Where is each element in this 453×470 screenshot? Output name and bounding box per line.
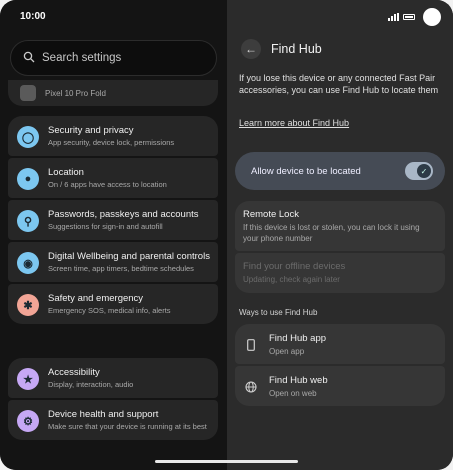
settings-item-subtitle: Emergency SOS, medical info, alerts bbox=[48, 306, 171, 315]
settings-item-title: Digital Wellbeing and parental controls bbox=[48, 251, 210, 262]
allow-located-toggle[interactable]: ✓ bbox=[405, 162, 433, 180]
settings-item-subtitle: App security, device lock, permissions bbox=[48, 138, 175, 147]
settings-item-title: Location bbox=[48, 167, 84, 178]
search-placeholder: Search settings bbox=[42, 52, 122, 64]
remote-lock-title: Remote Lock bbox=[243, 209, 299, 220]
settings-item-title: Device health and support bbox=[48, 409, 159, 420]
device-screen: Pixel 10 Pro Fold Search settings ◯ Secur… bbox=[0, 0, 453, 470]
find-hub-web-item[interactable]: Find Hub web Open on web bbox=[235, 366, 445, 406]
settings-item-title: Passwords, passkeys and accounts bbox=[48, 209, 199, 220]
settings-item-subtitle: Display, interaction, audio bbox=[48, 380, 134, 389]
app-item-title: Find Hub app bbox=[269, 332, 327, 344]
list-item-about-phone[interactable]: Pixel 10 Pro Fold bbox=[8, 80, 218, 106]
ways-heading: Ways to use Find Hub bbox=[239, 308, 318, 317]
wellbeing-icon: ◉ bbox=[17, 252, 39, 274]
page-title: Find Hub bbox=[271, 42, 322, 56]
settings-item-digital-wellbeing-and-parental-controls[interactable]: ◉ Digital Wellbeing and parental controls… bbox=[8, 242, 218, 282]
find-hub-app-item[interactable]: Find Hub app Open app bbox=[235, 324, 445, 364]
offline-devices-item: Find your offline devices Updating, chec… bbox=[235, 253, 445, 293]
settings-item-security-and-privacy[interactable]: ◯ Security and privacy App security, devic… bbox=[8, 116, 218, 156]
intro-text: If you lose this device or any connected… bbox=[239, 73, 439, 95]
learn-more-link[interactable]: Learn more about Find Hub bbox=[239, 118, 349, 128]
offline-subtitle: Updating, check again later bbox=[243, 275, 340, 284]
settings-item-location[interactable]: ● Location On / 6 apps have access to loca… bbox=[8, 158, 218, 198]
remote-lock-item[interactable]: Remote Lock If this device is lost or st… bbox=[235, 201, 445, 251]
allow-located-row[interactable]: Allow device to be located ✓ bbox=[235, 152, 445, 190]
battery-icon bbox=[403, 14, 415, 20]
arrow-left-icon: ← bbox=[245, 42, 257, 56]
gesture-handle[interactable] bbox=[155, 460, 298, 463]
location-pin-icon: ● bbox=[17, 168, 39, 190]
globe-icon bbox=[245, 380, 257, 393]
settings-pane: Pixel 10 Pro Fold Search settings ◯ Secur… bbox=[0, 0, 226, 470]
phone-icon bbox=[20, 85, 36, 101]
settings-item-accessibility[interactable]: ★ Accessibility Display, interaction, audi… bbox=[8, 358, 218, 398]
settings-group-security: ◯ Security and privacy App security, devic… bbox=[8, 116, 218, 326]
asterisk-icon: ✱ bbox=[17, 294, 39, 316]
shield-icon: ◯ bbox=[17, 126, 39, 148]
status-icons bbox=[388, 8, 441, 26]
about-phone-subtitle: Pixel 10 Pro Fold bbox=[45, 88, 106, 98]
settings-item-subtitle: On / 6 apps have access to location bbox=[48, 180, 167, 189]
search-input[interactable]: Search settings bbox=[10, 40, 217, 76]
back-button[interactable]: ← bbox=[241, 39, 261, 59]
settings-item-subtitle: Screen time, app timers, bedtime schedul… bbox=[48, 264, 194, 273]
find-hub-pane: ← Find Hub If you lose this device or an… bbox=[227, 0, 453, 470]
settings-group-accessibility: ★ Accessibility Display, interaction, audi… bbox=[8, 358, 218, 442]
gear-icon: ⚙ bbox=[17, 410, 39, 432]
lock-group: Remote Lock If this device is lost or st… bbox=[235, 201, 445, 295]
settings-item-safety-and-emergency[interactable]: ✱ Safety and emergency Emergency SOS, medi… bbox=[8, 284, 218, 324]
app-item-subtitle: Open app bbox=[269, 346, 305, 356]
ways-group: Find Hub app Open app Find Hub web Open … bbox=[235, 324, 445, 408]
offline-title: Find your offline devices bbox=[243, 261, 346, 272]
settings-item-device-health-and-support[interactable]: ⚙ Device health and support Make sure that… bbox=[8, 400, 218, 440]
search-icon bbox=[23, 51, 35, 66]
web-item-title: Find Hub web bbox=[269, 374, 328, 386]
phone-icon bbox=[245, 338, 257, 351]
settings-item-passwords-passkeys-and-accounts[interactable]: ⚲ Passwords, passkeys and accounts Suggest… bbox=[8, 200, 218, 240]
settings-item-subtitle: Suggestions for sign-in and autofill bbox=[48, 222, 163, 231]
key-icon: ⚲ bbox=[17, 210, 39, 232]
status-bar: 10:00 bbox=[0, 0, 453, 36]
clock: 10:00 bbox=[20, 11, 46, 22]
check-icon: ✓ bbox=[417, 164, 431, 178]
allow-label: Allow device to be located bbox=[251, 165, 361, 177]
settings-item-title: Accessibility bbox=[48, 367, 100, 378]
web-item-subtitle: Open on web bbox=[269, 388, 317, 398]
settings-item-title: Safety and emergency bbox=[48, 293, 144, 304]
settings-item-subtitle: Make sure that your device is running at… bbox=[48, 422, 207, 431]
settings-item-title: Security and privacy bbox=[48, 125, 134, 136]
signal-icon bbox=[388, 13, 399, 21]
accessibility-icon: ★ bbox=[17, 368, 39, 390]
remote-lock-subtitle: If this device is lost or stolen, you ca… bbox=[243, 223, 420, 243]
camera-cutout bbox=[423, 8, 441, 26]
